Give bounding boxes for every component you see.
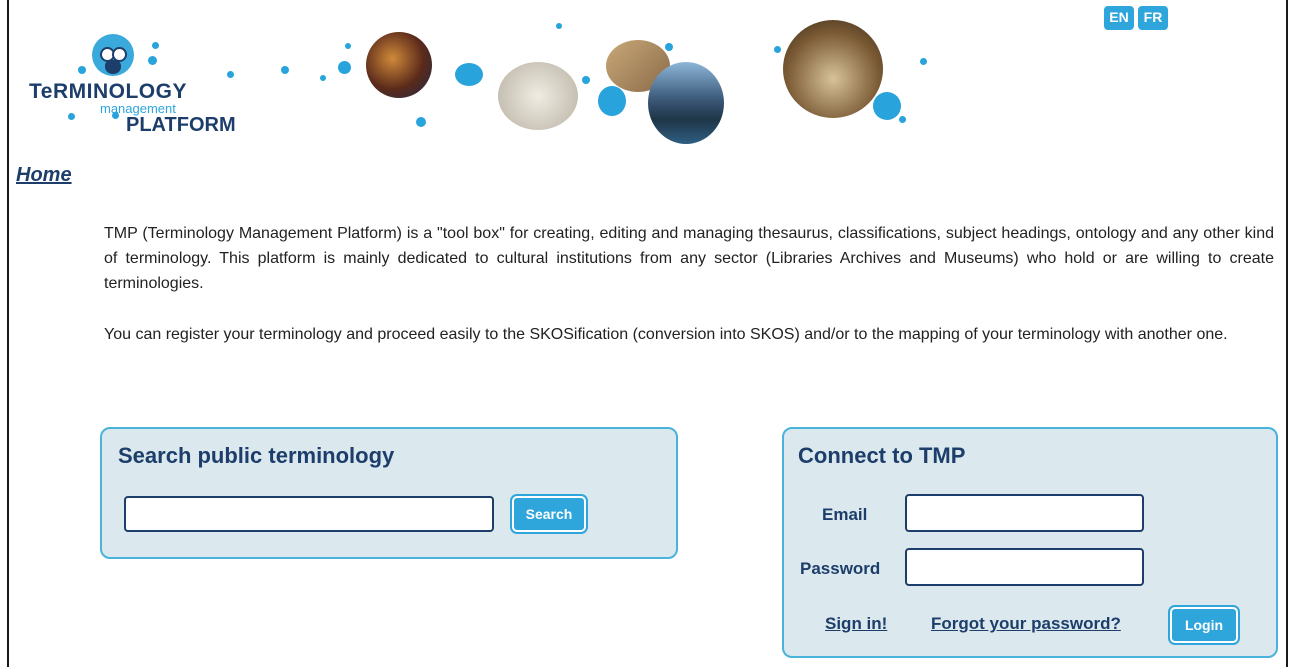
intro-paragraph-1: TMP (Terminology Management Platform) is… xyxy=(104,225,1274,292)
email-label: Email xyxy=(822,505,868,524)
search-panel: Search public terminology Search xyxy=(100,427,678,559)
logo-text-platform: PLATFORM xyxy=(126,114,236,136)
cloister-image xyxy=(783,20,883,118)
sign-in-link[interactable]: Sign in! xyxy=(825,614,887,634)
lang-en-button[interactable]: EN xyxy=(1104,6,1134,30)
intro-paragraph-2: You can register your terminology and pr… xyxy=(104,326,1228,343)
password-field[interactable] xyxy=(905,548,1144,586)
search-button[interactable]: Search xyxy=(512,496,586,532)
password-label: Password xyxy=(800,559,881,578)
forgot-password-link[interactable]: Forgot your password? xyxy=(931,614,1121,634)
login-panel-title: Connect to TMP xyxy=(798,443,966,468)
login-button[interactable]: Login xyxy=(1170,607,1238,643)
lang-fr-button[interactable]: FR xyxy=(1138,6,1168,30)
login-panel: Connect to TMP Email Password Sign in! F… xyxy=(782,427,1278,658)
search-panel-title: Search public terminology xyxy=(118,443,395,468)
owl-logo-icon xyxy=(92,34,134,76)
manuscript-image xyxy=(498,62,578,130)
email-field[interactable] xyxy=(905,494,1144,532)
home-link[interactable]: Home xyxy=(16,164,72,187)
stained-glass-image xyxy=(366,32,432,98)
lake-image xyxy=(648,62,724,144)
search-input[interactable] xyxy=(124,496,494,532)
